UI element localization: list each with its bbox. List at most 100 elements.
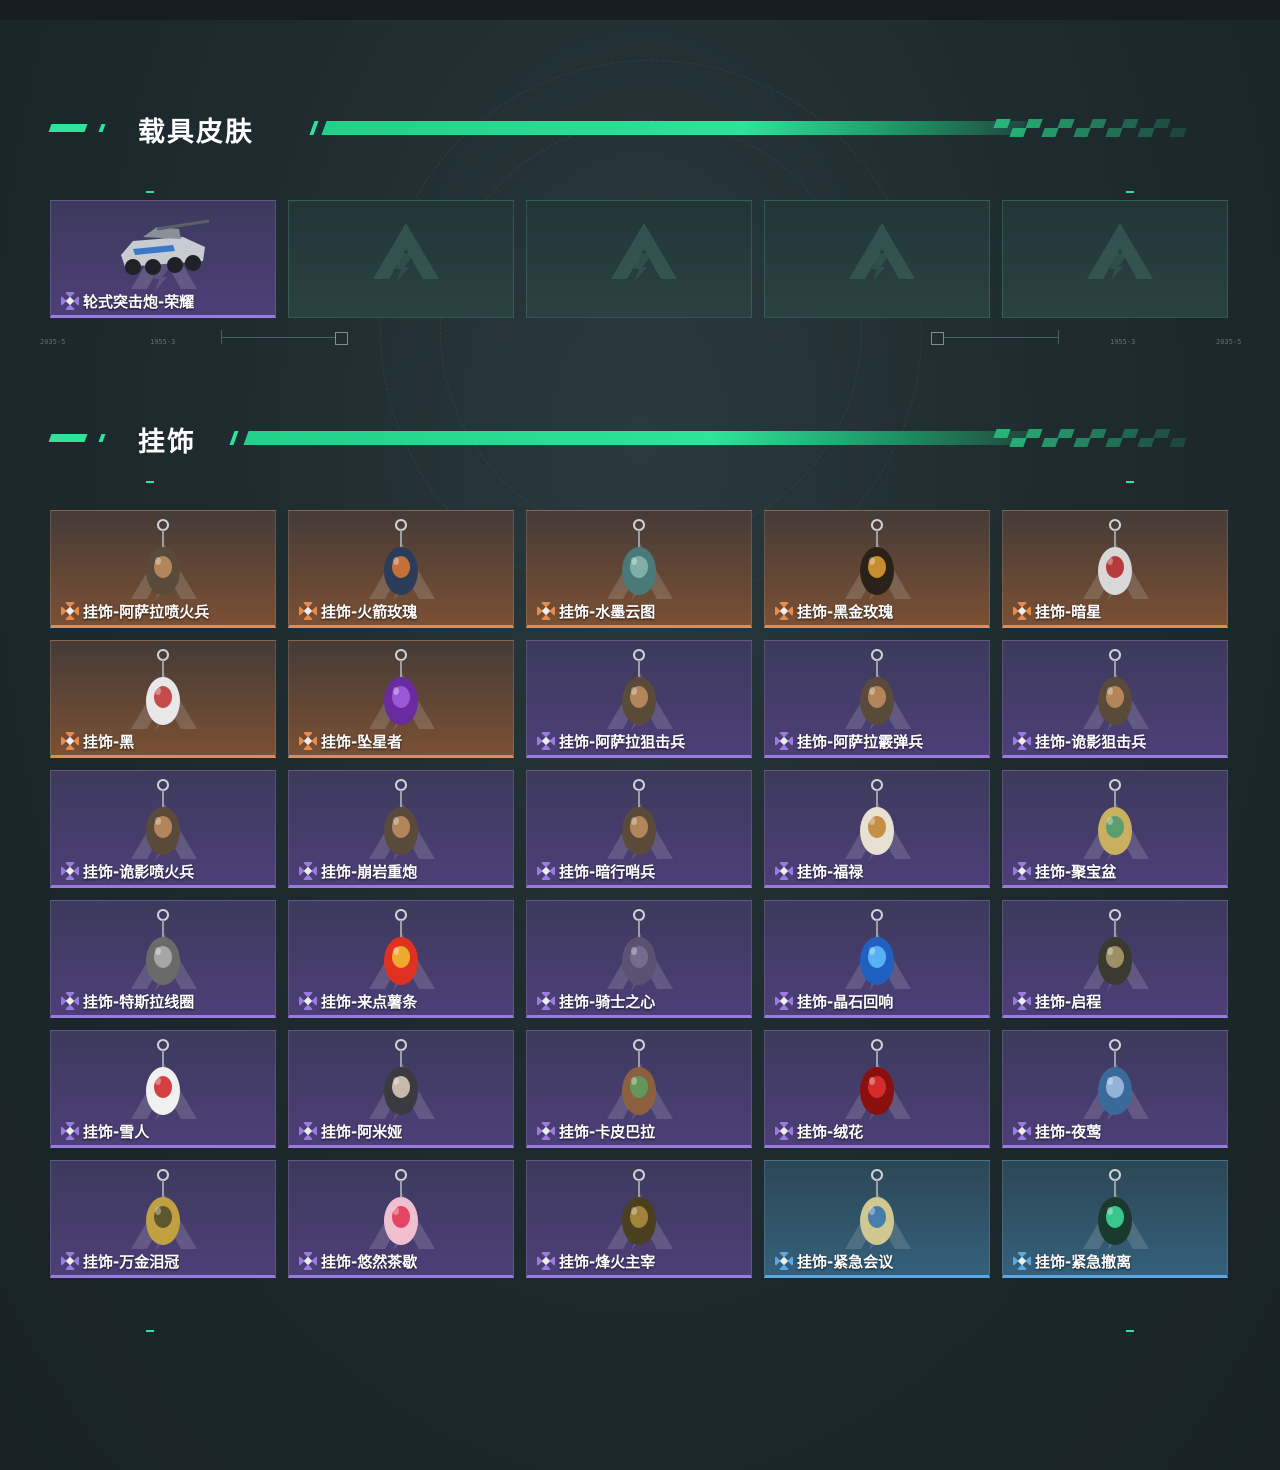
hud-tick [221,330,222,344]
charm-card[interactable]: 挂饰-暗星 [1002,510,1228,628]
card-label: 挂饰-骑士之心 [559,993,656,1011]
card-label: 挂饰-诡影狙击兵 [1035,733,1147,751]
charm-card[interactable]: 挂饰-雪人 [50,1030,276,1148]
card-label: 挂饰-阿萨拉喷火兵 [83,603,210,621]
charm-card[interactable]: 挂饰-阿萨拉狙击兵 [526,640,752,758]
heart-charm-icon [622,909,656,985]
figure-charm-icon [622,779,656,855]
card-label: 挂饰-黑 [83,733,135,751]
section-title: 挂饰 [138,427,196,458]
skull-charm-icon [1098,1169,1132,1245]
card-label: 挂饰-特斯拉线圈 [83,993,195,1011]
charm-card[interactable]: 挂饰-水墨云图 [526,510,752,628]
snowman-charm-icon [146,1039,180,1115]
card-label: 挂饰-晶石回响 [797,993,894,1011]
rarity-diamond-icon [1013,1252,1031,1270]
placeholder-logo-icon [1087,223,1153,281]
background-arc [440,120,862,542]
bowl-charm-icon [1098,779,1132,855]
charm-card[interactable]: 挂饰-启程 [1002,900,1228,1018]
card-label: 挂饰-烽火主宰 [559,1253,656,1271]
figure-charm-icon [860,649,894,725]
empty-slot-card [1002,200,1228,318]
rarity-diamond-icon [775,602,793,620]
charm-card[interactable]: 挂饰-火箭玫瑰 [288,510,514,628]
charm-card[interactable]: 挂饰-阿萨拉喷火兵 [50,510,276,628]
rarity-diamond-icon [299,1122,317,1140]
charm-card[interactable]: 挂饰-特斯拉线圈 [50,900,276,1018]
nightingale-charm-icon [1098,1039,1132,1115]
rarity-diamond-icon [299,732,317,750]
charm-card[interactable]: 挂饰-绒花 [764,1030,990,1148]
figure-charm-icon [146,519,180,595]
charm-card[interactable]: 挂饰-晶石回响 [764,900,990,1018]
rarity-diamond-icon [775,862,793,880]
card-label: 挂饰-暗行哨兵 [559,863,656,881]
charm-card[interactable]: 挂饰-紧急撤离 [1002,1160,1228,1278]
charm-card[interactable]: 挂饰-诡影狙击兵 [1002,640,1228,758]
checker-square [1153,429,1171,438]
tag-charm-icon [146,649,180,725]
charm-card[interactable]: 挂饰-来点薯条 [288,900,514,1018]
hud-code: 1955-3 [1110,338,1136,346]
checker-square [1009,438,1027,447]
vehicle-skin-card[interactable]: 轮式突击炮-荣耀 [50,200,276,318]
hud-code: 1955-3 [150,338,176,346]
card-label: 挂饰-福禄 [797,863,864,881]
checker-square [1105,438,1123,447]
gourd-charm-icon [860,779,894,855]
figure-charm-icon [622,649,656,725]
fries-charm-icon [384,909,418,985]
charm-card[interactable]: 挂饰-万金泪冠 [50,1160,276,1278]
armored-vehicle-icon [121,219,210,275]
charm-card[interactable]: 挂饰-黑金玫瑰 [764,510,990,628]
checker-square [1041,128,1059,137]
card-label: 挂饰-卡皮巴拉 [559,1123,656,1141]
charm-card[interactable]: 挂饰-骑士之心 [526,900,752,1018]
checker-square [1089,119,1107,128]
card-label: 挂饰-黑金玫瑰 [797,603,894,621]
charm-card[interactable]: 挂饰-悠然茶歇 [288,1160,514,1278]
top-bar [0,0,1280,20]
card-label: 挂饰-启程 [1035,993,1102,1011]
rarity-diamond-icon [537,1122,555,1140]
charm-card[interactable]: 挂饰-夜莺 [1002,1030,1228,1148]
checker-square [1105,128,1123,137]
charm-card[interactable]: 挂饰-聚宝盆 [1002,770,1228,888]
hud-line [222,337,336,338]
charm-card[interactable]: 挂饰-阿米娅 [288,1030,514,1148]
charm-card[interactable]: 挂饰-黑 [50,640,276,758]
charm-card[interactable]: 挂饰-诡影喷火兵 [50,770,276,888]
header-bar [243,431,1029,445]
rarity-diamond-icon [775,732,793,750]
rarity-diamond-icon [775,1122,793,1140]
rocket-charm-icon [384,519,418,595]
figure-charm-icon [1098,649,1132,725]
header-dash [48,434,88,442]
card-label: 挂饰-阿萨拉狙击兵 [559,733,686,751]
corner-marker [1126,191,1134,193]
charm-card[interactable]: 挂饰-崩岩重炮 [288,770,514,888]
rarity-diamond-icon [61,602,79,620]
hud-tick [1058,330,1059,344]
charm-card[interactable]: 挂饰-坠星者 [288,640,514,758]
header-tick [229,431,239,445]
checker-square [1073,438,1091,447]
checker-square [1153,119,1171,128]
charm-card[interactable]: 挂饰-卡皮巴拉 [526,1030,752,1148]
charm-card[interactable]: 挂饰-紧急会议 [764,1160,990,1278]
charm-card[interactable]: 挂饰-烽火主宰 [526,1160,752,1278]
section-header-vehicle: 载具皮肤 [48,114,1200,148]
checker-square [1137,128,1155,137]
charm-card[interactable]: 挂饰-暗行哨兵 [526,770,752,888]
section-header-charms: 挂饰 [48,424,1200,458]
hud-code: 2035-5 [40,338,66,346]
charm-card[interactable]: 挂饰-福禄 [764,770,990,888]
triangle-charm-icon [622,1169,656,1245]
rarity-diamond-icon [61,992,79,1010]
charm-card[interactable]: 挂饰-阿萨拉霰弹兵 [764,640,990,758]
card-label: 挂饰-悠然茶歇 [321,1253,418,1271]
hud-box [335,332,348,345]
card-label: 挂饰-紧急会议 [797,1253,894,1271]
checker-square [1041,438,1059,447]
